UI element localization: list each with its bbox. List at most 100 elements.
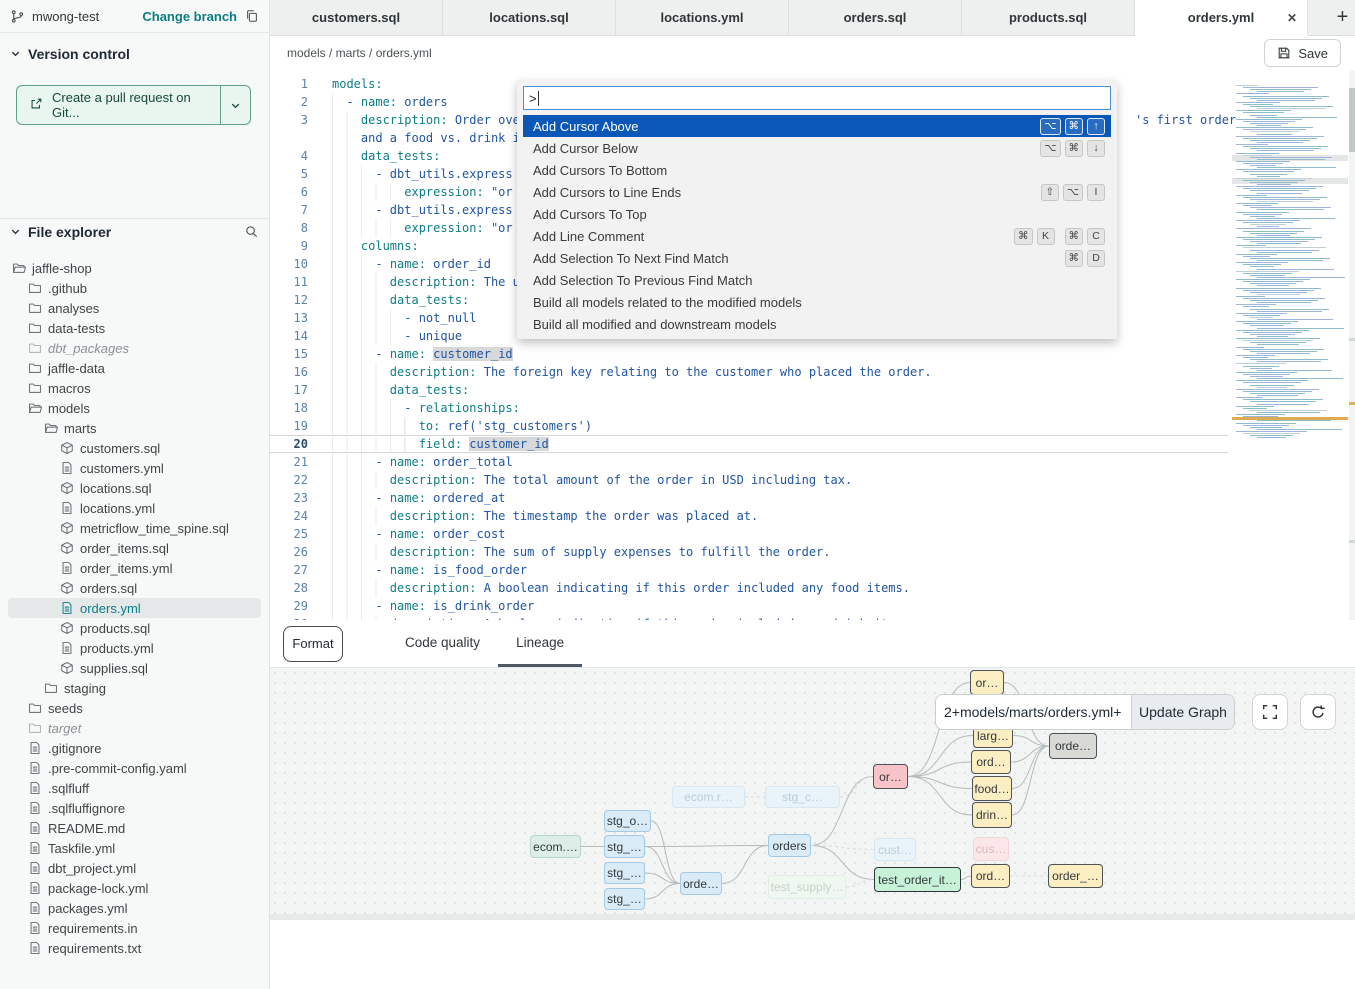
lineage-node-drin[interactable]: drin… — [972, 802, 1012, 828]
file-item-staging[interactable]: staging — [8, 678, 261, 698]
palette-item[interactable]: Build all modified and downstream models — [523, 313, 1111, 335]
panel-tab-Code quality[interactable]: Code quality — [387, 620, 498, 667]
horizontal-scrollbar[interactable] — [270, 914, 1355, 920]
lineage-node-ecom.[interactable]: ecom.… — [530, 835, 581, 858]
fullscreen-icon[interactable] — [1252, 694, 1288, 730]
tab-products.sql[interactable]: products.sql — [962, 0, 1135, 35]
palette-item[interactable]: Add Selection To Next Find Match⌘D — [523, 247, 1111, 269]
selector-input[interactable] — [936, 695, 1131, 729]
file-item-jaffle-shop[interactable]: jaffle-shop — [8, 258, 261, 278]
palette-item[interactable]: Add Cursors To Bottom — [523, 159, 1111, 181]
palette-item[interactable]: Add Cursors To Top — [523, 203, 1111, 225]
palette-item[interactable]: Add Cursor Above⌥⌘↑ — [523, 115, 1111, 137]
file-item-marts[interactable]: marts — [8, 418, 261, 438]
file-item-orders.sql[interactable]: orders.sql — [8, 578, 261, 598]
code-editor[interactable]: 1models:2 - name: orders3 description: O… — [270, 70, 1355, 690]
palette-item[interactable]: Add Cursor Below⌥⌘↓ — [523, 137, 1111, 159]
search-icon[interactable] — [244, 224, 259, 244]
pr-dropdown-caret[interactable] — [220, 86, 250, 124]
file-item-analyses[interactable]: analyses — [8, 298, 261, 318]
palette-item[interactable]: Build all models related to the modified… — [523, 291, 1111, 313]
lineage-node-stg_o[interactable]: stg_o… — [604, 810, 651, 832]
tab-locations.sql[interactable]: locations.sql — [443, 0, 616, 35]
file-item-requirements.txt[interactable]: requirements.txt — [8, 938, 261, 958]
lineage-node-food[interactable]: food… — [972, 776, 1012, 801]
copy-icon[interactable] — [245, 9, 259, 23]
file-item-products.yml[interactable]: products.yml — [8, 638, 261, 658]
scrollbar-thumb[interactable] — [1349, 88, 1355, 152]
lineage-node-orders[interactable]: orders — [768, 834, 811, 857]
file-item-models[interactable]: models — [8, 398, 261, 418]
new-tab-plus-icon[interactable]: + — [1330, 0, 1355, 35]
lineage-node-stg_[interactable]: stg_… — [604, 835, 645, 858]
command-palette-input[interactable]: > — [523, 86, 1111, 110]
create-pull-request-button[interactable]: Create a pull request on Git... — [16, 85, 251, 125]
file-item-.sqlfluff[interactable]: .sqlfluff — [8, 778, 261, 798]
file-item-.sqlfluffignore[interactable]: .sqlfluffignore — [8, 798, 261, 818]
file-item-jaffle-data[interactable]: jaffle-data — [8, 358, 261, 378]
file-item-order_items.sql[interactable]: order_items.sql — [8, 538, 261, 558]
file-item-packages.yml[interactable]: packages.yml — [8, 898, 261, 918]
file-item-Taskfile.yml[interactable]: Taskfile.yml — [8, 838, 261, 858]
lineage-node-orde[interactable]: orde… — [1049, 733, 1097, 759]
file-item-locations.sql[interactable]: locations.sql — [8, 478, 261, 498]
file-item-metricflow_time_spine.sql[interactable]: metricflow_time_spine.sql — [8, 518, 261, 538]
version-control-header[interactable]: Version control — [0, 46, 269, 62]
lineage-node-stg_[interactable]: stg_… — [604, 862, 645, 884]
file-item-requirements.in[interactable]: requirements.in — [8, 918, 261, 938]
lineage-node-cust[interactable]: cust… — [874, 838, 916, 861]
tab-orders.yml[interactable]: orders.yml✕ — [1135, 0, 1308, 35]
palette-item[interactable]: Add Selection To Previous Find Match — [523, 269, 1111, 291]
lineage-node-or[interactable]: or… — [873, 764, 908, 789]
file-item-.pre-commit-config.yaml[interactable]: .pre-commit-config.yaml — [8, 758, 261, 778]
lineage-node-orde[interactable]: orde… — [680, 872, 722, 895]
panel-tab-Lineage[interactable]: Lineage — [498, 620, 582, 667]
editor-scrollbar[interactable] — [1349, 70, 1355, 690]
file-icon — [60, 461, 74, 475]
minimap[interactable] — [1232, 85, 1348, 447]
lineage-node-order_[interactable]: order_… — [1048, 864, 1103, 888]
format-button[interactable]: Format — [283, 626, 343, 662]
lineage-node-test_supply[interactable]: test_supply… — [768, 875, 846, 899]
tab-customers.sql[interactable]: customers.sql — [270, 0, 443, 35]
refresh-icon[interactable] — [1300, 694, 1336, 730]
tab-orders.sql[interactable]: orders.sql — [789, 0, 962, 35]
close-icon[interactable]: ✕ — [1287, 11, 1297, 25]
file-item-seeds[interactable]: seeds — [8, 698, 261, 718]
lineage-canvas[interactable]: ecom.r… stg_c… stg_o… ecom.… stg_… stg_… stg_…… — [270, 667, 1355, 914]
lineage-node-stg_[interactable]: stg_… — [604, 888, 645, 910]
palette-item[interactable]: Add Line Comment⌘K⌘C — [523, 225, 1111, 247]
palette-item[interactable]: Add Cursors to Line Ends⇧⌥I — [523, 181, 1111, 203]
file-item-.github[interactable]: .github — [8, 278, 261, 298]
file-item-target[interactable]: target — [8, 718, 261, 738]
file-item-products.sql[interactable]: products.sql — [8, 618, 261, 638]
lineage-node-test_order_it[interactable]: test_order_it… — [874, 867, 961, 892]
save-button[interactable]: Save — [1264, 39, 1341, 67]
lineage-node-ord[interactable]: ord… — [971, 864, 1010, 888]
file-item-data-tests[interactable]: data-tests — [8, 318, 261, 338]
file-item-locations.yml[interactable]: locations.yml — [8, 498, 261, 518]
file-item-README.md[interactable]: README.md — [8, 818, 261, 838]
lineage-node-ord[interactable]: ord… — [971, 750, 1011, 774]
update-graph-button[interactable]: Update Graph — [1131, 695, 1234, 729]
file-item-customers.yml[interactable]: customers.yml — [8, 458, 261, 478]
file-item-package-lock.yml[interactable]: package-lock.yml — [8, 878, 261, 898]
file-item-supplies.sql[interactable]: supplies.sql — [8, 658, 261, 678]
lineage-node-cus[interactable]: cus… — [973, 837, 1009, 861]
tab-locations.yml[interactable]: locations.yml — [616, 0, 789, 35]
file-explorer-header[interactable]: File explorer — [0, 224, 250, 240]
code-line: 29 - name: is_drink_order — [270, 597, 1228, 615]
file-item-customers.sql[interactable]: customers.sql — [8, 438, 261, 458]
file-item-order_items.yml[interactable]: order_items.yml — [8, 558, 261, 578]
lineage-node-or[interactable]: or… — [970, 670, 1004, 695]
lineage-node-stg_c[interactable]: stg_c… — [765, 786, 840, 808]
key-cap: C — [1087, 228, 1105, 245]
file-item-orders.yml[interactable]: orders.yml — [8, 598, 261, 618]
file-item-dbt_project.yml[interactable]: dbt_project.yml — [8, 858, 261, 878]
file-item-label: products.yml — [80, 641, 154, 656]
file-item-.gitignore[interactable]: .gitignore — [8, 738, 261, 758]
file-item-dbt_packages[interactable]: dbt_packages — [8, 338, 261, 358]
change-branch-link[interactable]: Change branch — [142, 9, 237, 24]
file-item-macros[interactable]: macros — [8, 378, 261, 398]
lineage-node-ecom.r[interactable]: ecom.r… — [672, 786, 745, 808]
